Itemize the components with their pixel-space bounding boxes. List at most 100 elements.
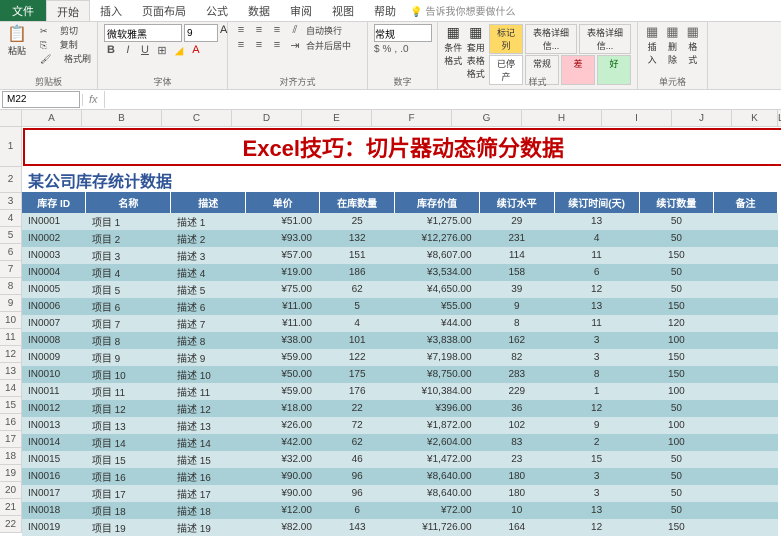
table-cell[interactable] [714,417,778,434]
table-cell[interactable]: IN0002 [22,230,86,247]
style-cell2[interactable]: 表格详细信... [579,24,631,54]
table-row[interactable]: IN0012项目 12描述 12¥18.0022¥396.00361250 [22,400,778,417]
table-cell[interactable] [714,298,778,315]
table-cell[interactable]: 描述 17 [171,485,245,502]
underline-button[interactable]: U [138,44,152,57]
style-cell1[interactable]: 表格详细信... [525,24,577,54]
table-cell[interactable]: 102 [480,417,554,434]
table-cell[interactable]: 项目 1 [86,213,171,230]
table-cell[interactable]: 项目 6 [86,298,171,315]
table-cell[interactable]: 项目 14 [86,434,171,451]
wrap-button[interactable]: 自动换行 [306,24,342,37]
table-cell[interactable]: 143 [320,519,394,536]
table-cell[interactable]: 50 [639,502,713,519]
table-cell[interactable]: IN0019 [22,519,86,536]
table-cell[interactable]: ¥93.00 [245,230,319,247]
table-cell[interactable]: ¥82.00 [245,519,319,536]
insert-cell-button[interactable]: ▦插入 [644,24,660,66]
font-name-select[interactable] [104,24,182,42]
row-header[interactable]: 8 [0,278,22,295]
center-align-icon[interactable]: ≡ [252,39,266,52]
table-cell[interactable]: 描述 11 [171,383,245,400]
font-color-button[interactable]: A [189,44,203,57]
table-cell[interactable]: IN0012 [22,400,86,417]
table-cell[interactable] [714,281,778,298]
table-cell[interactable] [714,264,778,281]
table-cell[interactable]: 描述 6 [171,298,245,315]
table-cell[interactable]: 描述 2 [171,230,245,247]
table-cell[interactable]: ¥32.00 [245,451,319,468]
table-row[interactable]: IN0004项目 4描述 4¥19.00186¥3,534.00158650 [22,264,778,281]
table-cell[interactable]: 29 [480,213,554,230]
table-cell[interactable] [714,213,778,230]
table-cell[interactable]: 122 [320,349,394,366]
table-cell[interactable]: IN0006 [22,298,86,315]
view-tab[interactable]: 视图 [322,0,364,21]
table-cell[interactable]: 186 [320,264,394,281]
inc-decimal-icon[interactable]: .0 [400,44,408,55]
row-header[interactable]: 15 [0,397,22,414]
table-cell[interactable]: 描述 19 [171,519,245,536]
table-row[interactable]: IN0018项目 18描述 18¥12.006¥72.00101350 [22,502,778,519]
table-cell[interactable]: 283 [480,366,554,383]
table-row[interactable]: IN0006项目 6描述 6¥11.005¥55.00913150 [22,298,778,315]
table-cell[interactable]: 3 [554,349,639,366]
table-cell[interactable]: 151 [320,247,394,264]
table-cell[interactable]: 11 [554,315,639,332]
indent-icon[interactable]: ⇥ [288,39,302,52]
table-row[interactable]: IN0007项目 7描述 7¥11.004¥44.00811120 [22,315,778,332]
table-cell[interactable]: 12 [554,281,639,298]
column-header[interactable]: E [302,110,372,127]
table-cell[interactable] [714,366,778,383]
table-cell[interactable]: ¥2,604.00 [394,434,479,451]
table-cell[interactable]: 2 [554,434,639,451]
table-cell[interactable]: ¥26.00 [245,417,319,434]
table-cell[interactable]: ¥50.00 [245,366,319,383]
table-row[interactable]: IN0017项目 17描述 17¥90.0096¥8,640.00180350 [22,485,778,502]
table-cell[interactable]: ¥10,384.00 [394,383,479,400]
table-cell[interactable]: 50 [639,281,713,298]
row-header[interactable]: 22 [0,516,22,533]
table-cell[interactable]: 项目 3 [86,247,171,264]
table-cell[interactable]: 15 [554,451,639,468]
table-cell[interactable]: 50 [639,485,713,502]
table-cell[interactable]: 描述 14 [171,434,245,451]
table-cell[interactable]: 描述 13 [171,417,245,434]
table-cell[interactable]: 描述 1 [171,213,245,230]
table-cell[interactable]: IN0003 [22,247,86,264]
table-cell[interactable]: 132 [320,230,394,247]
table-cell[interactable]: ¥18.00 [245,400,319,417]
table-cell[interactable] [714,434,778,451]
delete-cell-button[interactable]: ▦删除 [664,24,680,66]
column-header-cell[interactable]: 在库数量 [320,192,394,213]
number-format-select[interactable] [374,24,432,42]
table-cell[interactable]: 4 [320,315,394,332]
table-cell[interactable]: IN0008 [22,332,86,349]
table-cell[interactable]: ¥1,472.00 [394,451,479,468]
mid-align-icon[interactable]: ≡ [252,24,266,37]
table-cell[interactable]: 150 [639,519,713,536]
merge-button[interactable]: 合并后居中 [306,39,351,52]
table-cell[interactable]: IN0010 [22,366,86,383]
table-cell[interactable]: ¥57.00 [245,247,319,264]
cond-format-button[interactable]: ▦条件格式 [444,24,463,67]
column-header-cell[interactable]: 库存 ID [22,192,86,213]
table-cell[interactable]: 13 [554,213,639,230]
bot-align-icon[interactable]: ≡ [270,24,284,37]
table-cell[interactable]: 150 [639,349,713,366]
table-cell[interactable]: 项目 19 [86,519,171,536]
cut-button[interactable]: ✂ 剪切 [30,24,91,37]
column-header-cell[interactable]: 续订水平 [480,192,554,213]
table-cell[interactable]: 180 [480,485,554,502]
table-row[interactable]: IN0019项目 19描述 19¥82.00143¥11,726.0016412… [22,519,778,536]
table-cell[interactable]: ¥3,838.00 [394,332,479,349]
table-row[interactable]: IN0008项目 8描述 8¥38.00101¥3,838.001623100 [22,332,778,349]
table-cell[interactable]: 96 [320,468,394,485]
table-cell[interactable]: ¥4,650.00 [394,281,479,298]
formula-bar[interactable] [104,91,781,108]
table-cell[interactable]: IN0017 [22,485,86,502]
table-cell[interactable]: 3 [554,468,639,485]
table-cell[interactable]: 23 [480,451,554,468]
table-row[interactable]: IN0015项目 15描述 15¥32.0046¥1,472.00231550 [22,451,778,468]
table-row[interactable]: IN0009项目 9描述 9¥59.00122¥7,198.00823150 [22,349,778,366]
